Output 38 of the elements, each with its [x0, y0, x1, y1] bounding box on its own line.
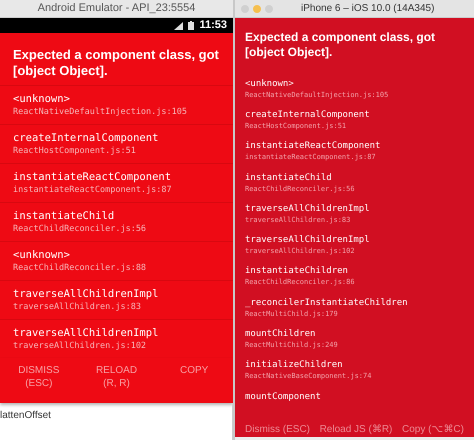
frame-method: mountChildren — [245, 328, 316, 340]
stack-frame[interactable]: mountComponent — [245, 390, 464, 422]
frame-method: traverseAllChildrenImpl — [245, 234, 371, 246]
frame-method: <unknown> — [245, 78, 295, 90]
frame-file: ReactChildReconciler.js:56 — [13, 223, 148, 235]
frame-method: createInternalComponent — [245, 109, 371, 121]
frame-method: instantiateReactComponent — [245, 140, 382, 152]
frame-file: traverseAllChildren.js:102 — [13, 340, 148, 352]
frame-method: instantiateChild — [245, 172, 333, 184]
status-time: 11:53 — [199, 18, 227, 34]
frame-method: instantiateReactComponent — [13, 170, 172, 184]
frame-file: instantiateReactComponent.js:87 — [13, 184, 173, 196]
frame-method: traverseAllChildrenImpl — [13, 326, 160, 340]
error-title: Expected a component class, got [object Object]. — [245, 29, 436, 61]
frame-method: <unknown> — [13, 92, 71, 106]
window-title: Android Emulator - API_23:5554 — [0, 0, 233, 18]
frame-method: <unknown> — [13, 248, 71, 262]
frame-method: traverseAllChildrenImpl — [245, 202, 371, 215]
frame-method: instantiateChild — [13, 209, 116, 223]
frame-method: initializeChildren — [245, 359, 344, 372]
footer-button[interactable]: Copy (⌥⌘C) — [402, 422, 464, 437]
signal-icon — [174, 22, 184, 30]
minimize-icon[interactable] — [253, 4, 261, 12]
frame-file: ReactHostComponent.js:51 — [13, 145, 137, 157]
battery-icon — [188, 21, 194, 30]
frame-file: ReactNativeDefaultInjection.js:105 — [13, 106, 188, 118]
frame-file: ReactChildReconciler.js:88 — [13, 262, 148, 274]
window-title: iPhone 6 – iOS 10.0 (14A345) — [301, 2, 434, 16]
frame-method: mountComponent — [245, 390, 322, 403]
frame-method: _reconcilerInstantiateChildren — [245, 296, 409, 309]
frame-method: createInternalComponent — [13, 131, 160, 145]
background-code-text: lattenOffset — [0, 409, 52, 423]
frame-method: traverseAllChildrenImpl — [13, 287, 160, 301]
error-title: Expected a component class, got [object Object]. — [12, 46, 220, 80]
footer-button[interactable]: Reload JS (⌘R) — [320, 422, 392, 437]
frame-method: instantiateChildren — [245, 265, 349, 278]
footer-button[interactable]: Dismiss (ESC) — [245, 422, 310, 437]
frame-file: traverseAllChildren.js:83 — [13, 301, 142, 313]
